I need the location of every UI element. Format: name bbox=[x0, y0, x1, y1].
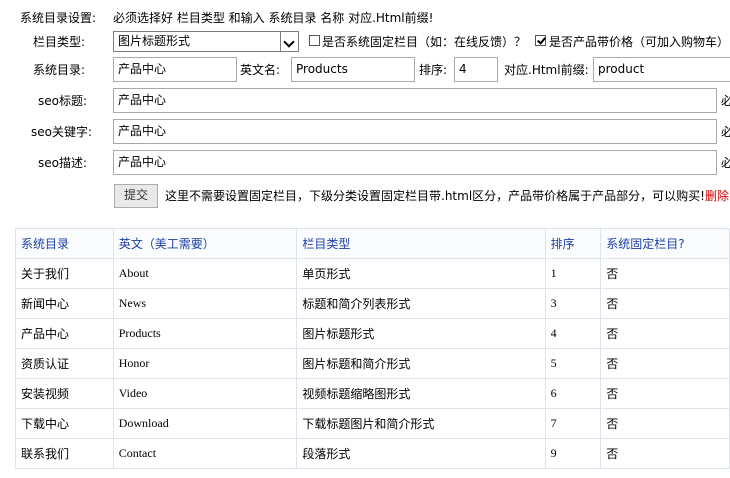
table-row[interactable]: 关于我们 About 单页形式 1 否 bbox=[15, 258, 730, 289]
cell-type: 图片标题形式 bbox=[296, 318, 546, 349]
header-order: 排序 bbox=[544, 228, 602, 259]
cell-en: About bbox=[112, 258, 298, 289]
order-input[interactable]: 4 bbox=[454, 57, 498, 82]
table-row[interactable]: 产品中心 Products 图片标题形式 4 否 bbox=[15, 318, 730, 349]
dir-label: 系统目录: bbox=[33, 63, 86, 77]
price-checkbox[interactable] bbox=[535, 35, 546, 46]
dir-input[interactable]: 产品中心 bbox=[113, 57, 237, 82]
header-fixed: 系统固定栏目? bbox=[600, 228, 730, 259]
cell-dir: 联系我们 bbox=[15, 438, 114, 469]
cell-type: 图片标题和简介形式 bbox=[296, 348, 546, 379]
table-header-row: 系统目录 英文（美工需要） 栏目类型 排序 系统固定栏目? bbox=[15, 228, 730, 259]
seo-title-label: seo标题: bbox=[38, 94, 88, 108]
seo-description-input[interactable]: 产品中心 bbox=[113, 150, 717, 175]
cell-dir: 下载中心 bbox=[15, 408, 114, 439]
cell-order: 3 bbox=[544, 288, 602, 319]
cell-order: 6 bbox=[544, 378, 602, 409]
type-select-value: 图片标题形式 bbox=[118, 34, 191, 48]
submit-button[interactable]: 提交 bbox=[114, 184, 158, 208]
cell-en: Download bbox=[112, 408, 298, 439]
type-select[interactable]: 图片标题形式 bbox=[113, 31, 299, 52]
cell-en: Video bbox=[112, 378, 298, 409]
cell-dir: 安装视频 bbox=[15, 378, 114, 409]
cell-type: 视频标题缩略图形式 bbox=[296, 378, 546, 409]
cell-fixed: 否 bbox=[600, 378, 730, 409]
fixed-column-label: 是否系统固定栏目（如：在线反馈）？ bbox=[322, 35, 527, 49]
seo-keywords-input[interactable]: 产品中心 bbox=[113, 119, 717, 144]
header-en: 英文（美工需要） bbox=[112, 228, 298, 259]
html-prefix-input[interactable]: product bbox=[593, 57, 730, 82]
table-row[interactable]: 新闻中心 News 标题和简介列表形式 3 否 bbox=[15, 288, 730, 319]
table-row[interactable]: 安装视频 Video 视频标题缩略图形式 6 否 bbox=[15, 378, 730, 409]
cell-dir: 产品中心 bbox=[15, 318, 114, 349]
cell-en: News bbox=[112, 288, 298, 319]
cell-fixed: 否 bbox=[600, 318, 730, 349]
fixed-column-checkbox[interactable] bbox=[309, 35, 320, 46]
required-mark: 必 bbox=[721, 156, 730, 170]
chevron-down-icon[interactable] bbox=[280, 32, 298, 51]
cell-fixed: 否 bbox=[600, 408, 730, 439]
type-label: 栏目类型: bbox=[33, 35, 86, 49]
cell-type: 下载标题图片和简介形式 bbox=[296, 408, 546, 439]
cell-fixed: 否 bbox=[600, 438, 730, 469]
table-row[interactable]: 下载中心 Download 下载标题图片和简介形式 7 否 bbox=[15, 408, 730, 439]
cell-dir: 资质认证 bbox=[15, 348, 114, 379]
note-text: 这里不需要设置固定栏目，下级分类设置固定栏目带.html区分，产品带价格属于产品… bbox=[165, 189, 705, 203]
cell-fixed: 否 bbox=[600, 288, 730, 319]
price-label: 是否产品带价格（可加入购物车） bbox=[549, 35, 730, 49]
cell-fixed: 否 bbox=[600, 258, 730, 289]
cell-order: 4 bbox=[544, 318, 602, 349]
en-label: 英文名: bbox=[240, 63, 281, 77]
cell-type: 单页形式 bbox=[296, 258, 546, 289]
cell-order: 5 bbox=[544, 348, 602, 379]
cell-type: 标题和简介列表形式 bbox=[296, 288, 546, 319]
settings-label: 系统目录设置: bbox=[20, 11, 97, 25]
cell-dir: 关于我们 bbox=[15, 258, 114, 289]
cell-en: Products bbox=[112, 318, 298, 349]
seo-description-label: seo描述: bbox=[38, 156, 88, 170]
table-row[interactable]: 资质认证 Honor 图片标题和简介形式 5 否 bbox=[15, 348, 730, 379]
header-type: 栏目类型 bbox=[296, 228, 546, 259]
seo-title-input[interactable]: 产品中心 bbox=[113, 88, 717, 113]
seo-keywords-label: seo关键字: bbox=[31, 125, 93, 139]
en-input[interactable]: Products bbox=[291, 57, 415, 82]
html-label: 对应.Html前缀: bbox=[504, 63, 589, 77]
cell-order: 9 bbox=[544, 438, 602, 469]
order-label: 排序: bbox=[419, 63, 448, 77]
cell-type: 段落形式 bbox=[296, 438, 546, 469]
delete-link[interactable]: 删除 bbox=[705, 189, 729, 203]
required-mark: 必 bbox=[721, 125, 730, 139]
header-dir: 系统目录 bbox=[15, 228, 114, 259]
cell-order: 1 bbox=[544, 258, 602, 289]
required-mark: 必 bbox=[721, 94, 730, 108]
cell-fixed: 否 bbox=[600, 348, 730, 379]
instruction-text: 必须选择好 栏目类型 和输入 系统目录 名称 对应.Html前缀! bbox=[113, 11, 434, 25]
cell-en: Contact bbox=[112, 438, 298, 469]
cell-en: Honor bbox=[112, 348, 298, 379]
cell-order: 7 bbox=[544, 408, 602, 439]
table-row[interactable]: 联系我们 Contact 段落形式 9 否 bbox=[15, 438, 730, 469]
cell-dir: 新闻中心 bbox=[15, 288, 114, 319]
column-table: 系统目录 英文（美工需要） 栏目类型 排序 系统固定栏目? 关于我们 About… bbox=[15, 228, 730, 469]
